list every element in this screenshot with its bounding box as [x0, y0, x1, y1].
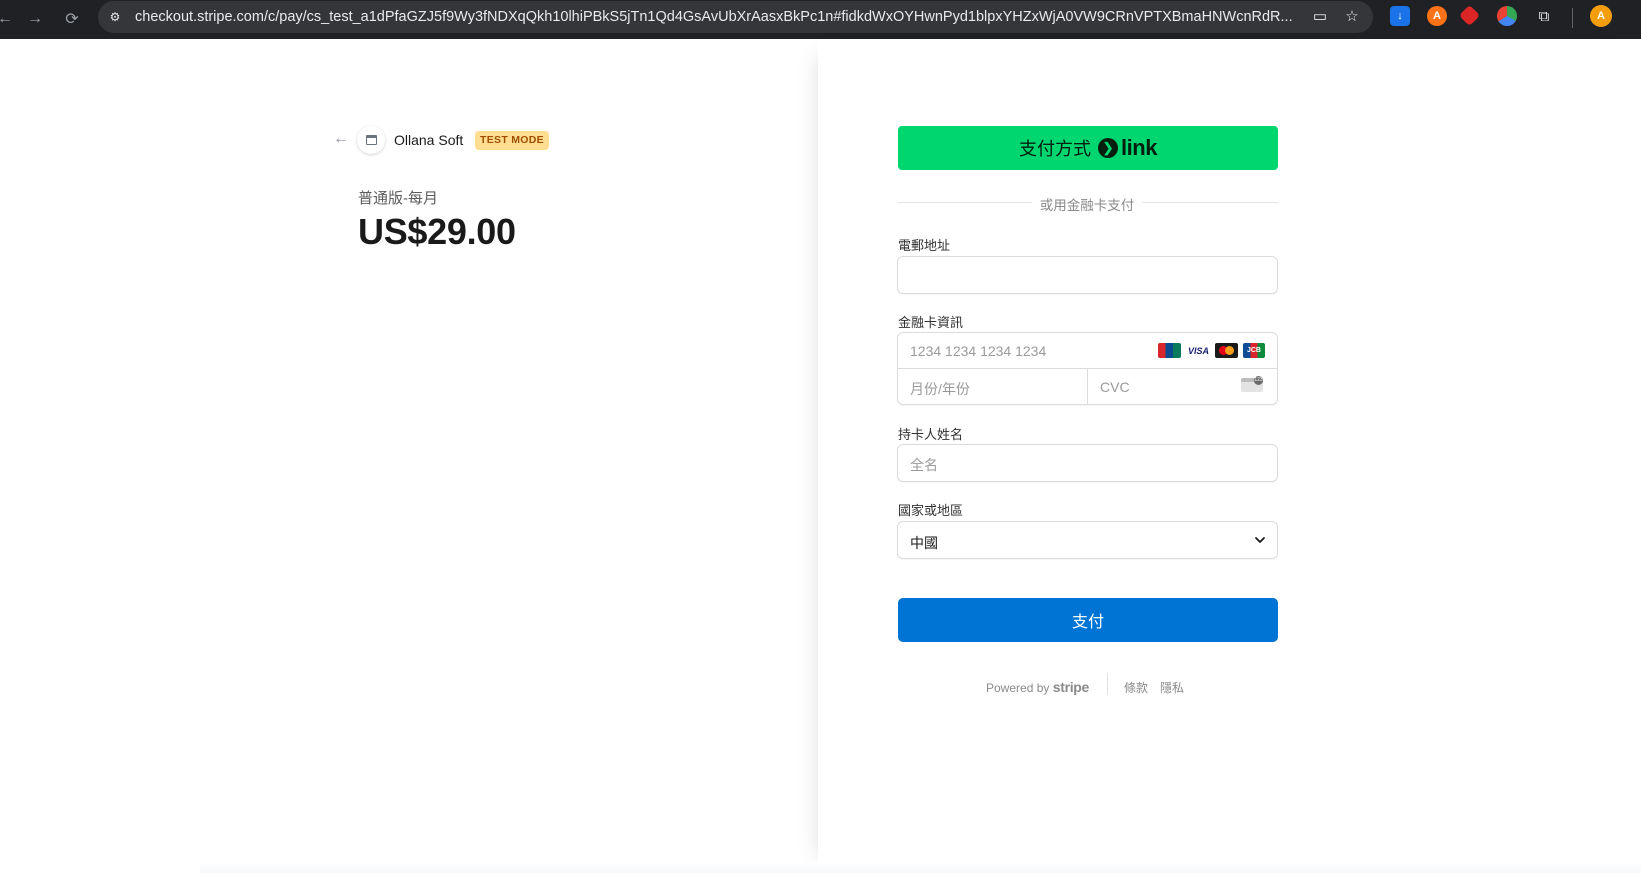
toolbar-divider — [1572, 8, 1573, 28]
card-number-input[interactable]: 1234 1234 1234 1234 — [910, 343, 1046, 359]
cvc-hint-icon: 123 — [1254, 376, 1263, 385]
expiry-input[interactable]: 月份/年份 — [910, 379, 970, 399]
reload-icon[interactable]: ⟳ — [61, 8, 83, 30]
email-input[interactable] — [897, 256, 1278, 294]
email-label: 電郵地址 — [898, 238, 951, 253]
divider-left — [898, 202, 1032, 203]
site-info-icon[interactable]: ⚙ — [106, 8, 124, 26]
forward-icon[interactable]: → — [24, 8, 46, 30]
unionpay-icon — [1158, 343, 1181, 358]
chevron-down-icon — [1253, 533, 1267, 547]
test-mode-badge: TEST MODE — [475, 131, 549, 150]
divider-text: 或用金融卡支付 — [1039, 198, 1135, 213]
link-logo: ❯ link — [1098, 135, 1157, 161]
visa-icon: VISA — [1187, 343, 1210, 358]
card-icon[interactable]: ▭ — [1310, 6, 1330, 26]
product-price: US$29.00 — [358, 211, 516, 252]
stripe-logo: stripe — [1052, 679, 1090, 695]
cardholder-name-input[interactable] — [897, 444, 1278, 482]
country-select[interactable] — [897, 521, 1278, 559]
back-arrow-icon[interactable]: ← — [333, 131, 349, 147]
merchant-name: Ollana Soft — [394, 132, 464, 148]
page-bottom-shade — [200, 862, 1641, 873]
url-text[interactable]: checkout.stripe.com/c/pay/cs_test_a1dPfa… — [135, 9, 1380, 25]
brave-extension-icon[interactable]: A — [1427, 6, 1447, 26]
product-name: 普通版-每月 — [358, 190, 438, 207]
address-bar[interactable]: ⚙ checkout.stripe.com/c/pay/cs_test_a1dP… — [98, 1, 1373, 33]
merchant-logo-icon — [357, 126, 385, 154]
pay-with-link-button[interactable]: 支付方式 ❯ link — [898, 126, 1278, 170]
mastercard-icon — [1215, 343, 1238, 358]
terms-link[interactable]: 條款 — [1124, 679, 1148, 696]
back-icon[interactable]: ← — [0, 8, 16, 30]
color-extension-icon[interactable] — [1497, 6, 1517, 26]
cardholder-name-placeholder: 全名 — [910, 457, 938, 473]
cardholder-name-label: 持卡人姓名 — [898, 427, 964, 442]
powered-by-stripe[interactable]: Powered by stripe — [986, 679, 1089, 695]
privacy-link[interactable]: 隱私 — [1160, 679, 1184, 696]
download-extension-icon[interactable]: ↓ — [1390, 6, 1410, 26]
card-info-label: 金融卡資訊 — [898, 315, 964, 330]
profile-avatar-icon[interactable]: A — [1590, 5, 1612, 27]
link-button-label: 支付方式 — [1019, 139, 1092, 159]
country-label: 國家或地區 — [898, 503, 964, 518]
link-chevron-icon: ❯ — [1098, 138, 1119, 158]
cvc-input[interactable]: CVC — [1100, 379, 1130, 395]
jcb-icon: JCB — [1243, 343, 1265, 358]
git-extension-icon[interactable] — [1458, 4, 1481, 27]
pay-button[interactable]: 支付 — [898, 598, 1278, 642]
footer-divider — [1107, 673, 1108, 695]
powered-by-text: Powered by — [986, 681, 1050, 695]
divider-right — [1142, 202, 1278, 203]
browser-toolbar: ← → ⟳ ⚙ checkout.stripe.com/c/pay/cs_tes… — [0, 0, 1641, 39]
country-value: 中國 — [910, 535, 938, 551]
link-wordmark: link — [1121, 135, 1157, 160]
extensions-icon[interactable]: ⧉ — [1534, 6, 1554, 26]
star-icon[interactable]: ☆ — [1342, 6, 1362, 26]
